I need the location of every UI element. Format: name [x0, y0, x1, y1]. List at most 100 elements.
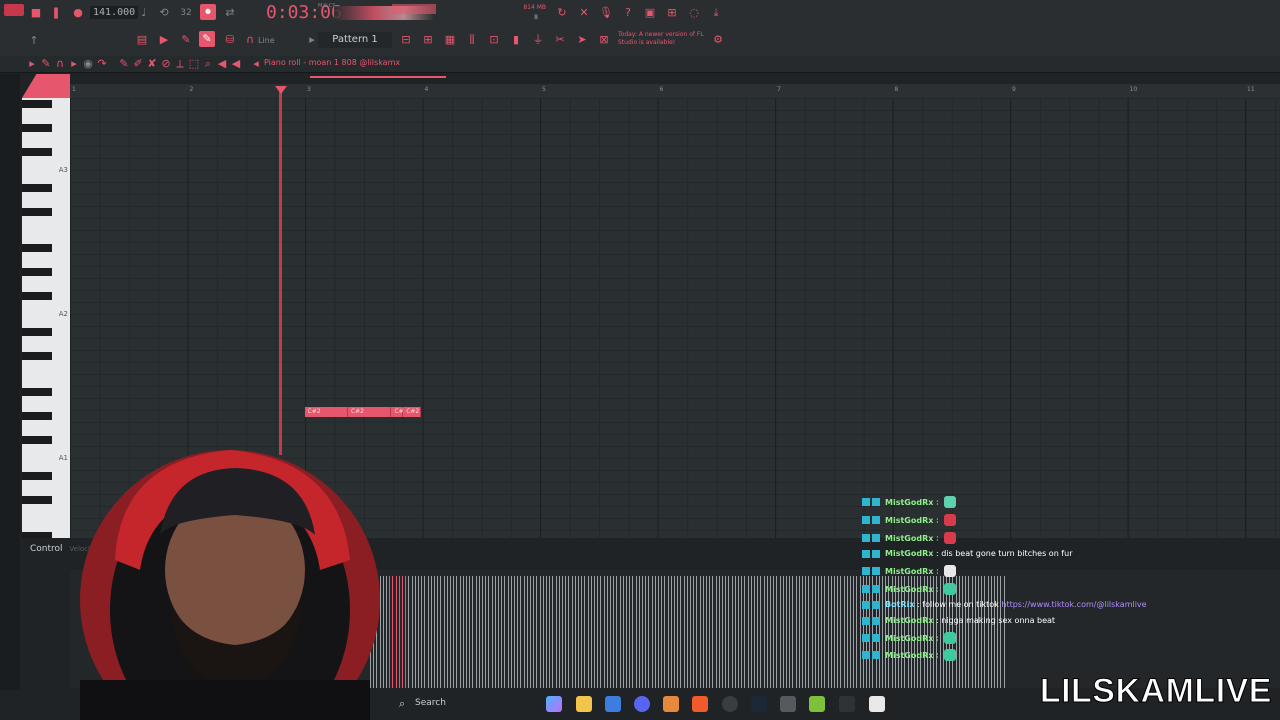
- midi-note[interactable]: C#2: [347, 407, 392, 417]
- velocity-bar[interactable]: [818, 576, 819, 688]
- timeline-ruler[interactable]: 1 2 3 4 5 6 7 8 9 10 11: [70, 84, 1280, 99]
- velocity-bar[interactable]: [405, 576, 407, 688]
- velocity-bar[interactable]: [475, 576, 477, 688]
- velocity-bar[interactable]: [760, 576, 762, 688]
- tools-icon[interactable]: ✂: [552, 32, 568, 48]
- velocity-bar[interactable]: [795, 576, 797, 688]
- playhead[interactable]: [279, 90, 283, 455]
- app-icon[interactable]: [780, 696, 796, 712]
- velocity-bar[interactable]: [552, 576, 554, 688]
- midi-note[interactable]: C#2: [391, 407, 407, 417]
- plugin-database-icon[interactable]: ▮: [508, 32, 524, 48]
- play-pattern-icon[interactable]: ▶: [156, 32, 172, 48]
- velocity-bar[interactable]: [690, 576, 691, 688]
- velocity-bar[interactable]: [597, 576, 599, 688]
- velocity-bar[interactable]: [840, 576, 842, 688]
- velocity-bar[interactable]: [776, 576, 778, 688]
- velocity-bar[interactable]: [747, 576, 749, 688]
- file-explorer-icon[interactable]: [576, 696, 592, 712]
- velocity-bar[interactable]: [1000, 576, 1002, 688]
- black-key[interactable]: [22, 412, 52, 420]
- velocity-bar[interactable]: [683, 576, 685, 688]
- arrow-icon[interactable]: ↑: [26, 33, 42, 49]
- black-key[interactable]: [22, 472, 52, 480]
- velocity-bar[interactable]: [619, 576, 621, 688]
- velocity-bar[interactable]: [610, 576, 611, 688]
- velocity-bar[interactable]: [856, 576, 858, 688]
- playhead-marker[interactable]: [275, 86, 287, 94]
- velocity-bar[interactable]: [638, 576, 640, 688]
- velocity-bar[interactable]: [766, 576, 768, 688]
- velocity-bar[interactable]: [846, 576, 848, 688]
- velocity-bar[interactable]: [555, 576, 557, 688]
- velocity-bar[interactable]: [827, 576, 829, 688]
- velocity-bar[interactable]: [498, 576, 499, 688]
- velocity-bar[interactable]: [824, 576, 826, 688]
- fl-studio-icon[interactable]: [663, 696, 679, 712]
- pencil-icon[interactable]: ✎: [199, 31, 215, 47]
- velocity-bar[interactable]: [632, 576, 634, 688]
- velocity-bar[interactable]: [491, 576, 493, 688]
- velocity-bar[interactable]: [997, 576, 999, 688]
- save-icon[interactable]: ▣: [642, 5, 658, 21]
- velocity-bar[interactable]: [571, 576, 573, 688]
- velocity-bar[interactable]: [402, 576, 403, 688]
- velocity-bar[interactable]: [478, 576, 480, 688]
- velocity-bar[interactable]: [581, 576, 583, 688]
- velocity-bar[interactable]: [814, 576, 816, 688]
- velocity-bar[interactable]: [462, 576, 464, 688]
- velocity-bar[interactable]: [702, 576, 704, 688]
- black-key[interactable]: [22, 124, 52, 132]
- black-key[interactable]: [22, 244, 52, 252]
- velocity-bar[interactable]: [469, 576, 471, 688]
- velocity-bar[interactable]: [507, 576, 509, 688]
- velocity-bar[interactable]: [565, 576, 567, 688]
- velocity-bar[interactable]: [514, 576, 515, 688]
- velocity-bar[interactable]: [488, 576, 490, 688]
- velocity-bar[interactable]: [965, 576, 967, 688]
- refresh-icon[interactable]: ↻: [554, 5, 570, 21]
- velocity-bar[interactable]: [696, 576, 698, 688]
- velocity-bar[interactable]: [651, 576, 653, 688]
- velocity-bar[interactable]: [798, 576, 800, 688]
- microphone-icon[interactable]: 🎙: [598, 5, 614, 21]
- velocity-bar[interactable]: [574, 576, 576, 688]
- velocity-bar[interactable]: [811, 576, 813, 688]
- countdown-icon[interactable]: ⇄: [222, 5, 238, 21]
- velocity-bar[interactable]: [398, 576, 400, 688]
- velocity-bar[interactable]: [718, 576, 720, 688]
- velocity-bar[interactable]: [994, 576, 995, 688]
- taskbar-search[interactable]: ⌕ Search: [393, 695, 503, 713]
- velocity-bar[interactable]: [686, 576, 688, 688]
- mixer-icon[interactable]: ⊟: [398, 32, 414, 48]
- velocity-bar[interactable]: [712, 576, 714, 688]
- black-key[interactable]: [22, 100, 52, 108]
- velocity-bar[interactable]: [958, 576, 960, 688]
- velocity-bar[interactable]: [421, 576, 423, 688]
- velocity-bar[interactable]: [773, 576, 775, 688]
- velocity-bar[interactable]: [549, 576, 551, 688]
- velocity-bar[interactable]: [830, 576, 832, 688]
- velocity-bar[interactable]: [757, 576, 759, 688]
- brave-icon[interactable]: [692, 696, 708, 712]
- master-volume-slider[interactable]: [392, 4, 436, 14]
- black-key[interactable]: [22, 148, 52, 156]
- velocity-bar[interactable]: [642, 576, 643, 688]
- redo-icon[interactable]: ↷: [94, 56, 110, 72]
- download-icon[interactable]: ⤓: [708, 5, 724, 21]
- velocity-bar[interactable]: [578, 576, 579, 688]
- black-key[interactable]: [22, 352, 52, 360]
- plug-icon[interactable]: ⏚: [530, 32, 546, 48]
- velocity-bar[interactable]: [782, 576, 784, 688]
- velocity-bar[interactable]: [1003, 576, 1005, 688]
- velocity-bar[interactable]: [424, 576, 426, 688]
- velocity-bar[interactable]: [616, 576, 618, 688]
- gear-icon[interactable]: ⚙: [710, 32, 726, 48]
- velocity-bar[interactable]: [392, 576, 394, 688]
- velocity-bar[interactable]: [450, 576, 451, 688]
- horizontal-scrollbar[interactable]: [310, 76, 446, 78]
- velocity-bar[interactable]: [530, 576, 531, 688]
- velocity-bar[interactable]: [715, 576, 717, 688]
- black-key[interactable]: [22, 496, 52, 504]
- piano-roll-icon[interactable]: ▦: [442, 32, 458, 48]
